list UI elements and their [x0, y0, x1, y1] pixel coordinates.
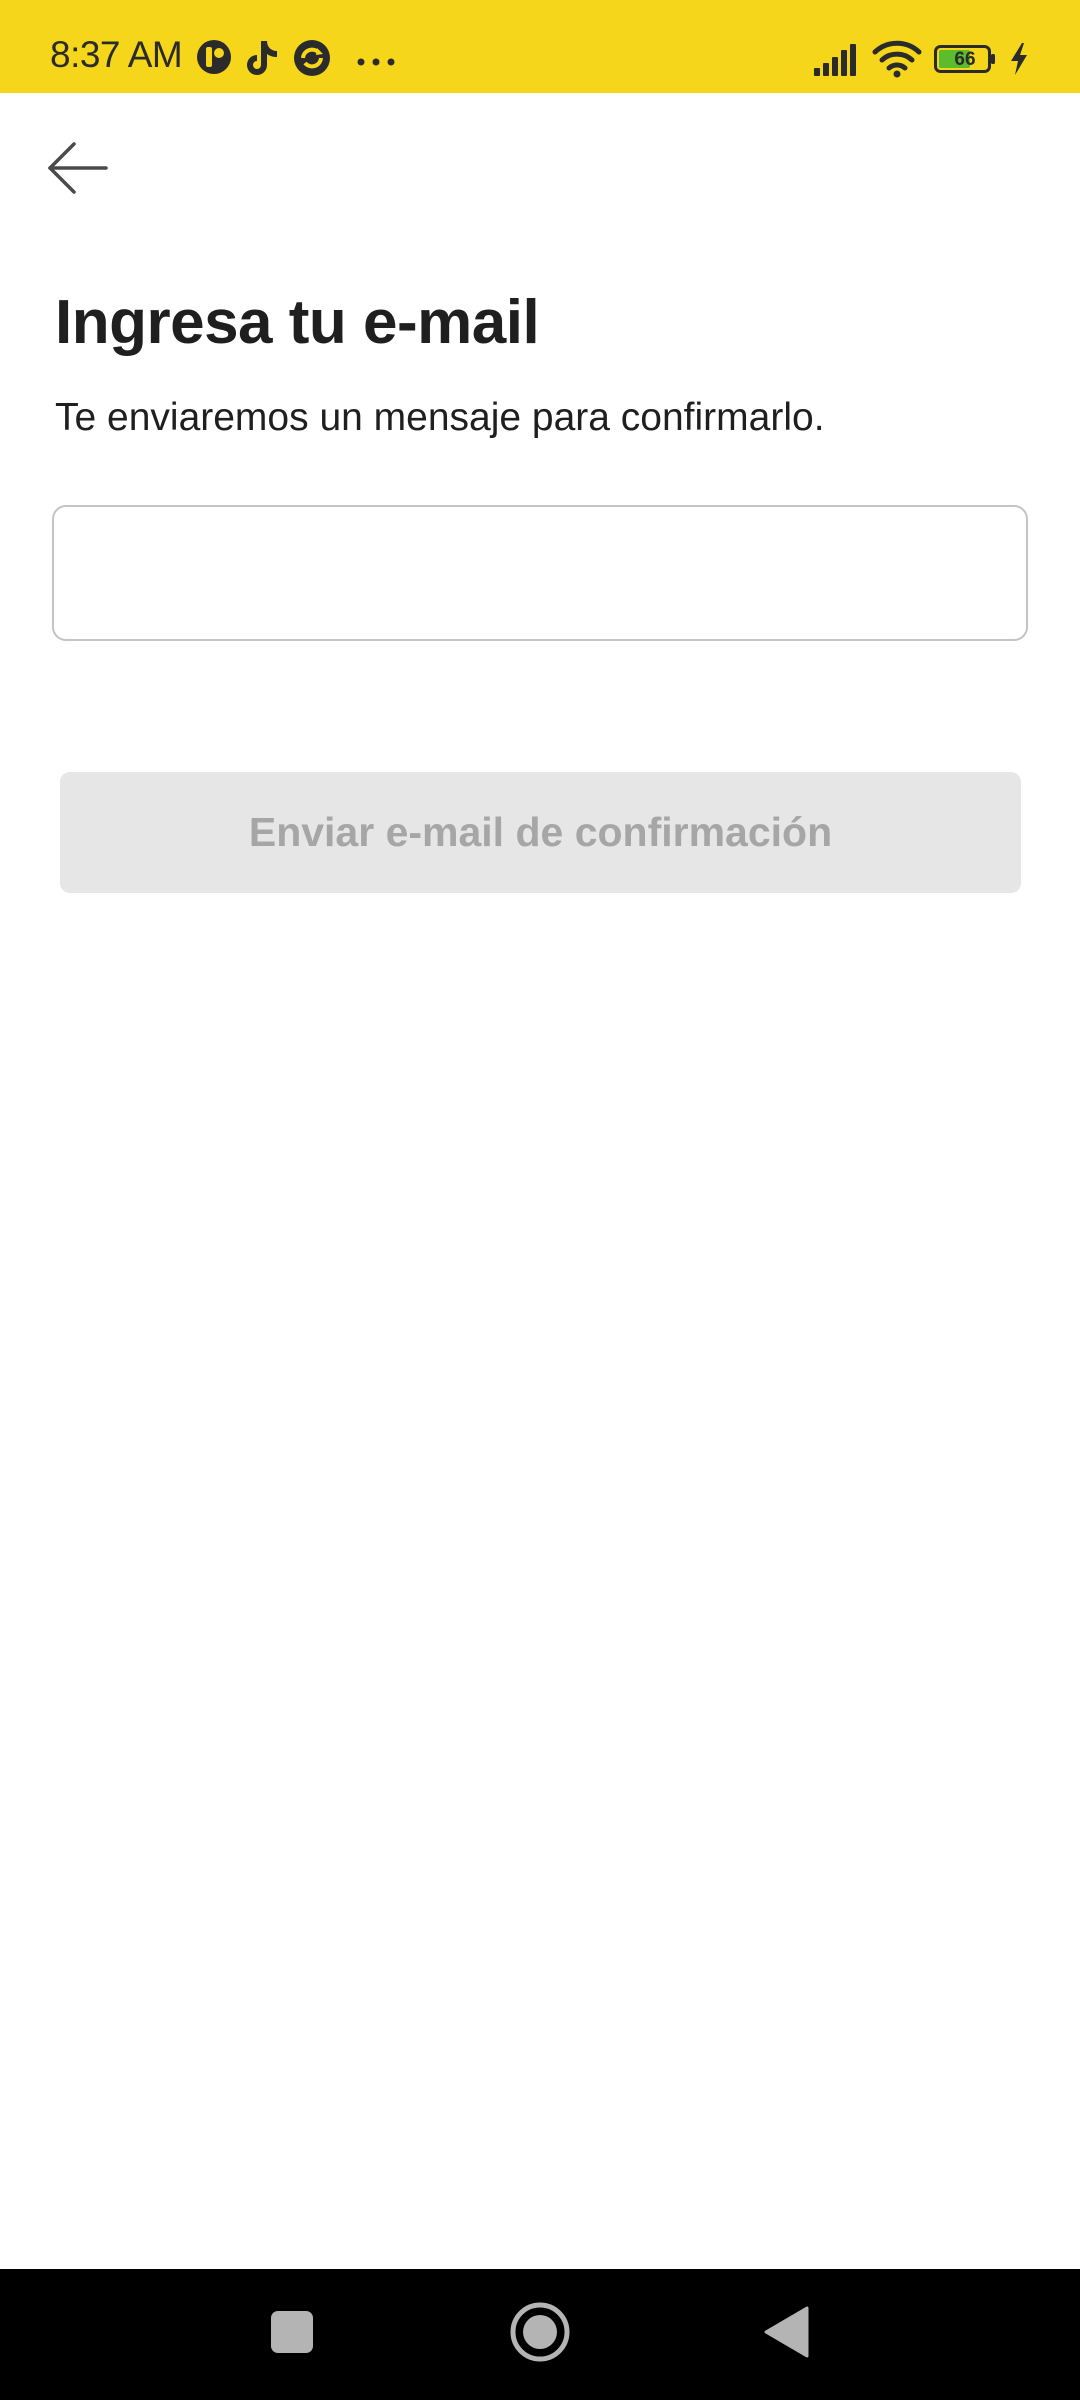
signal-icon: [812, 42, 862, 81]
back-triangle-icon: [763, 2306, 809, 2363]
back-nav-button[interactable]: [736, 2269, 836, 2400]
status-bar: 8:37 AM 66: [0, 0, 1080, 93]
home-circle-icon: [509, 2301, 571, 2368]
page-title: Ingresa tu e-mail: [55, 288, 540, 357]
app-notification-icon: [195, 38, 233, 81]
status-time: 8:37 AM: [50, 34, 183, 75]
more-dots-icon: [356, 54, 400, 72]
recents-square-icon: [270, 2310, 314, 2359]
tiktok-icon: [244, 38, 280, 81]
wifi-icon: [872, 40, 922, 83]
sync-app-icon: [292, 38, 332, 83]
page-subtitle: Te enviaremos un mensaje para confirmarl…: [55, 396, 825, 439]
battery-icon: 66: [934, 45, 996, 73]
recents-button[interactable]: [242, 2269, 342, 2400]
send-confirmation-email-button[interactable]: Enviar e-mail de confirmación: [60, 772, 1021, 893]
charging-icon: [1008, 42, 1030, 81]
battery-level: 66: [954, 49, 976, 70]
back-button[interactable]: [28, 124, 128, 216]
screen: 8:37 AM 66 Ingresa tu e-mail Te enviarem…: [0, 0, 1080, 2400]
home-button[interactable]: [490, 2269, 590, 2400]
navigation-bar: [0, 2269, 1080, 2400]
arrow-left-icon: [46, 140, 110, 201]
email-input[interactable]: [52, 505, 1028, 641]
